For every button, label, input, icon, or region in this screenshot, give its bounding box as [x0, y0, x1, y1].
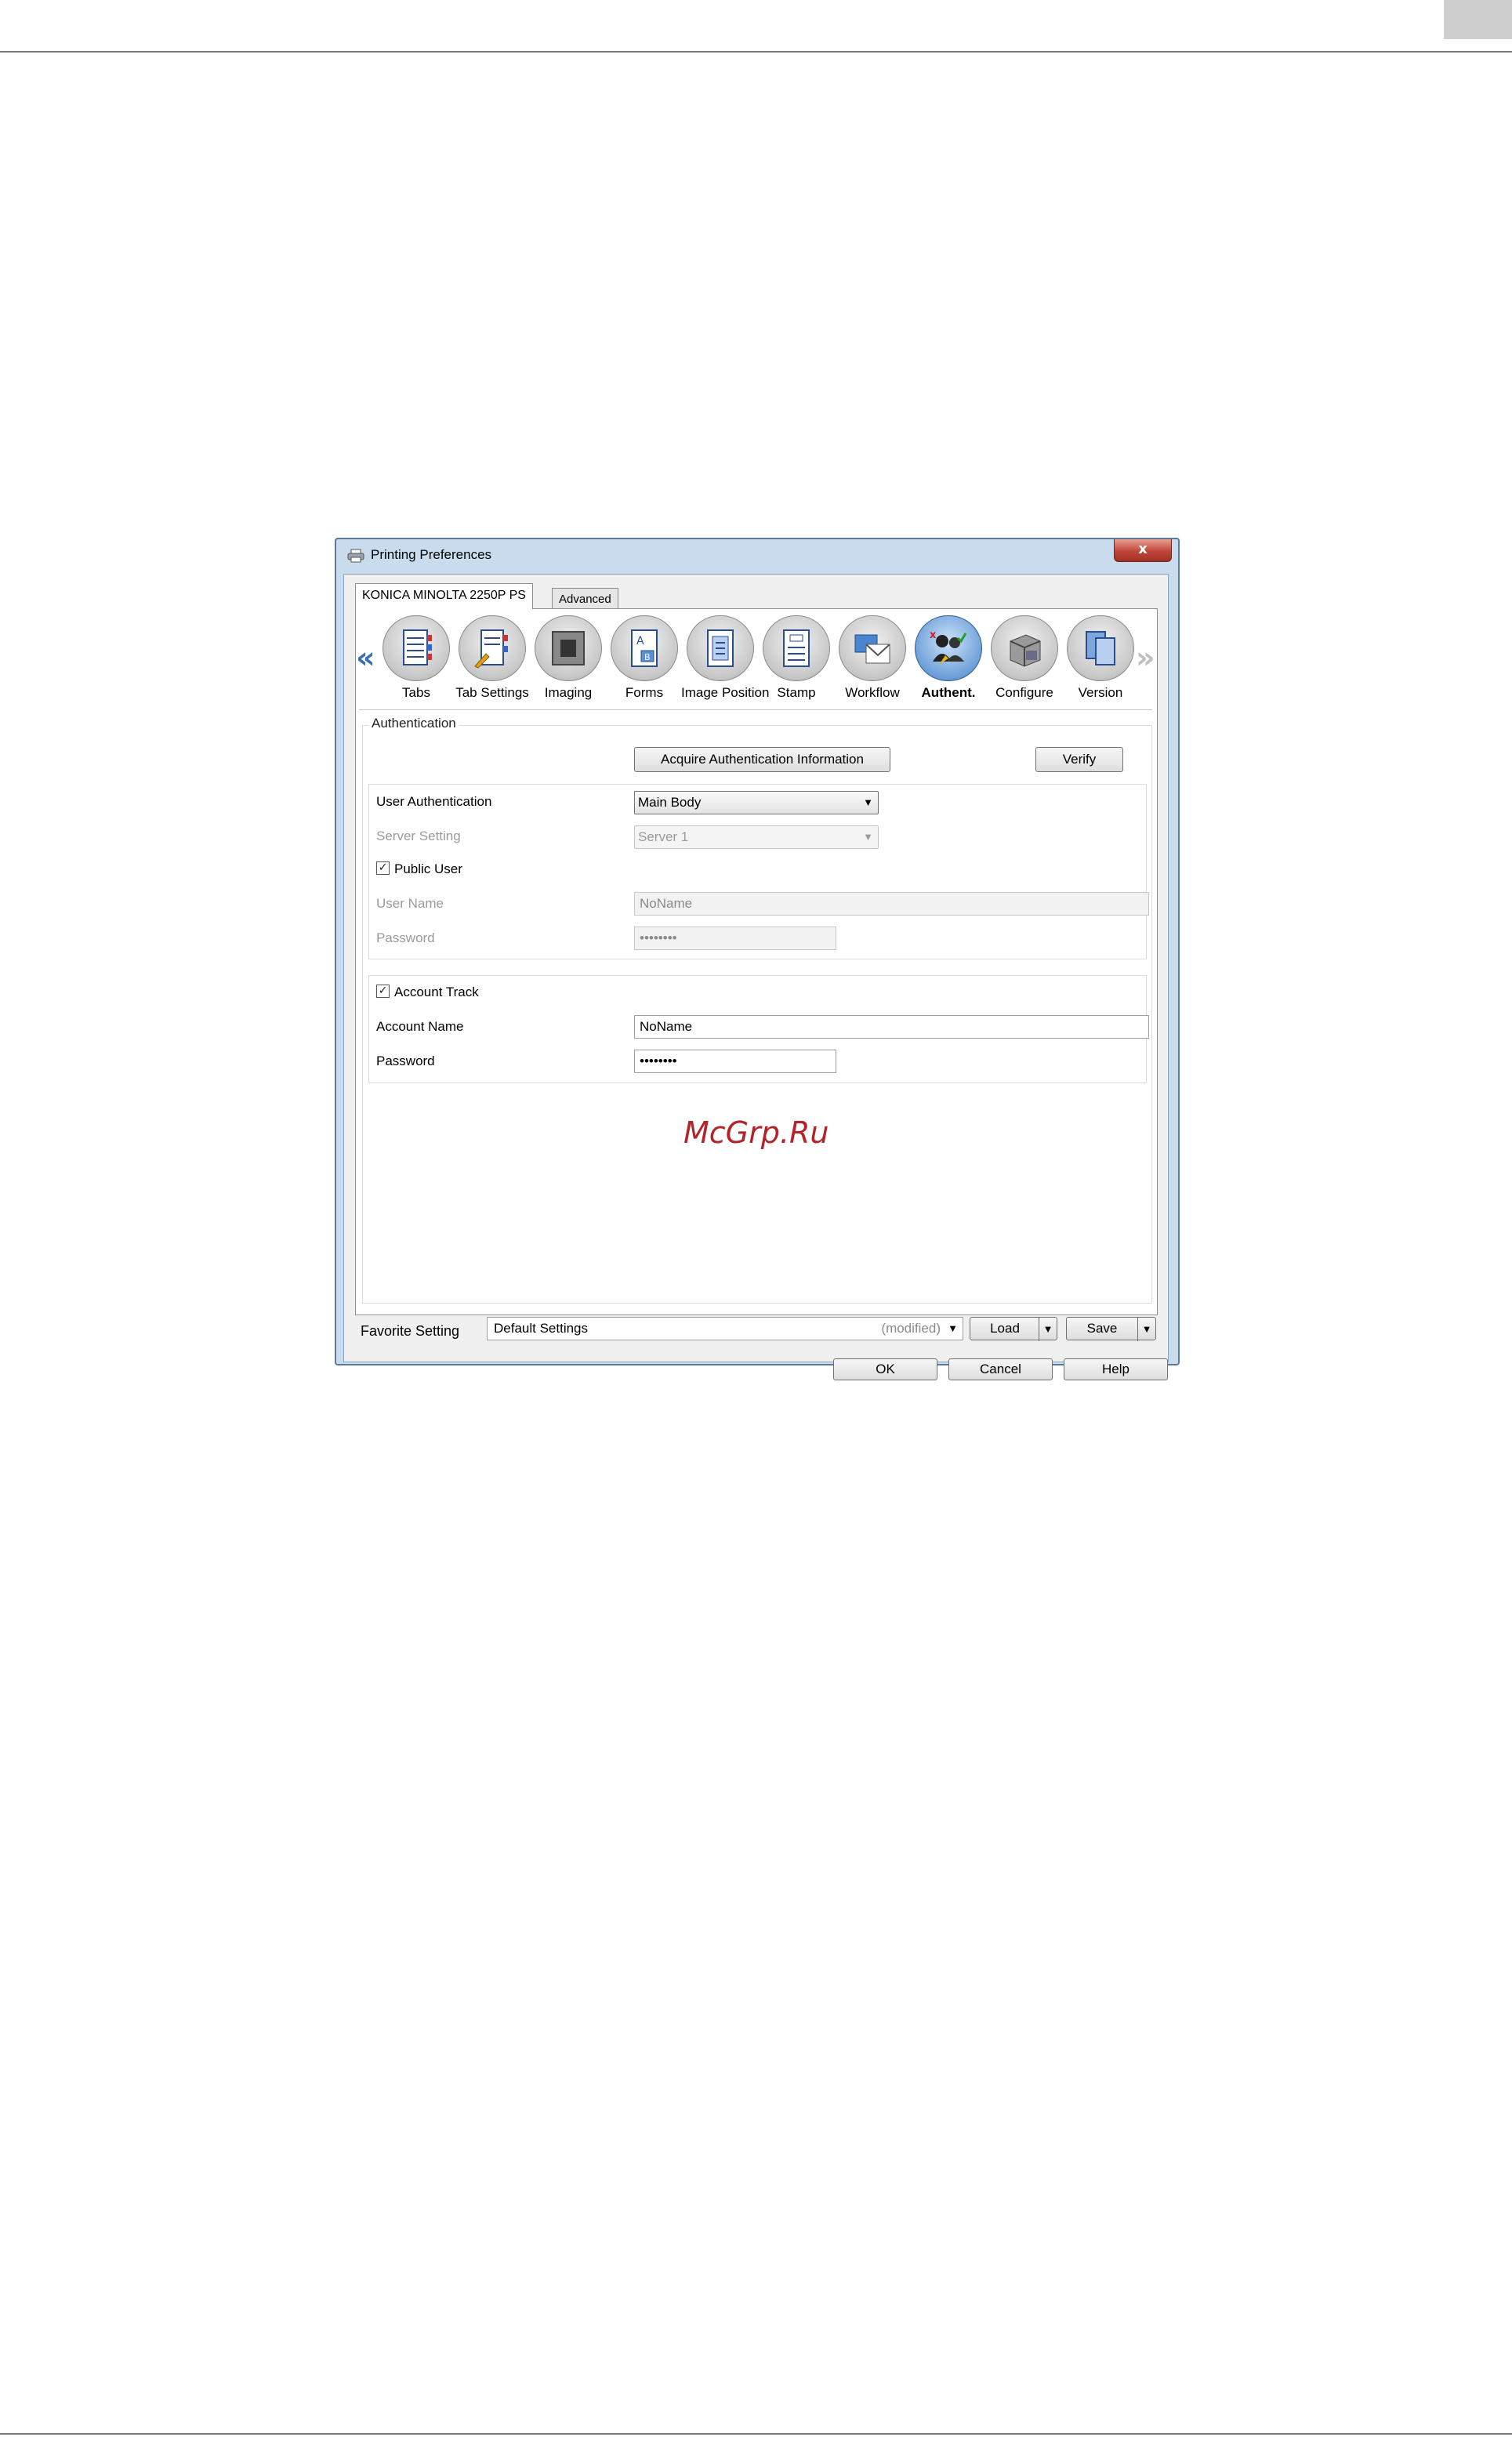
user-authentication-value: Main Body	[638, 795, 702, 810]
load-dropdown-icon[interactable]: ▼	[1039, 1318, 1057, 1341]
load-button-label: Load	[990, 1321, 1020, 1336]
server-setting-select[interactable]: Server 1 ▼	[634, 825, 879, 849]
page-bottom-rule	[0, 2433, 1512, 2435]
stamp-icon[interactable]	[763, 615, 830, 681]
account-name-field[interactable]: NoName	[634, 1015, 1149, 1039]
svg-text:A: A	[636, 635, 644, 647]
version-icon[interactable]	[1067, 615, 1134, 681]
stamp-label: Stamp	[777, 685, 816, 700]
acquire-authentication-button[interactable]: Acquire Authentication Information	[634, 747, 890, 772]
account-password-field[interactable]: ••••••••	[634, 1050, 836, 1073]
public-user-checkbox[interactable]: ✓	[376, 861, 390, 875]
dialog-client-area: KONICA MINOLTA 2250P PS Advanced « » AB	[343, 574, 1169, 1380]
chevron-down-icon: ▼	[863, 831, 873, 843]
image-position-label: Image Position	[681, 685, 770, 700]
printing-preferences-window: Printing Preferences x KONICA MINOLTA 22…	[335, 538, 1180, 1380]
image-position-icon[interactable]	[687, 615, 754, 681]
public-user-label: Public User	[394, 861, 462, 876]
scroll-left-arrow-icon[interactable]: «	[356, 640, 375, 675]
check-icon: ✓	[378, 985, 388, 997]
authentication-icon[interactable]: x	[915, 615, 982, 681]
account-name-label: Account Name	[376, 1019, 464, 1034]
auth-password-field[interactable]: ••••••••	[634, 927, 836, 950]
imaging-label: Imaging	[544, 685, 593, 700]
user-name-field[interactable]: NoName	[634, 892, 1149, 916]
authent-label: Authent.	[921, 685, 976, 700]
page-top-rule	[0, 51, 1512, 53]
user-authentication-label: User Authentication	[376, 794, 492, 809]
watermark-text: McGrp.Ru	[683, 1115, 829, 1150]
imaging-icon[interactable]	[535, 615, 602, 681]
chevron-down-icon: ▼	[948, 1322, 958, 1334]
save-button[interactable]: Save ▼	[1066, 1317, 1156, 1341]
chevron-down-icon: ▼	[863, 796, 873, 808]
account-track-label: Account Track	[394, 985, 479, 999]
close-icon: x	[1138, 541, 1148, 557]
account-password-label: Password	[376, 1053, 435, 1068]
authentication-group-title: Authentication	[368, 716, 459, 731]
save-button-label: Save	[1086, 1321, 1118, 1336]
auth-password-label: Password	[376, 930, 435, 945]
svg-text:x: x	[930, 629, 937, 641]
tabs-label: Tabs	[402, 685, 430, 700]
window-title: Printing Preferences	[371, 547, 492, 562]
tab-settings-icon[interactable]	[459, 615, 526, 681]
verify-button[interactable]: Verify	[1035, 747, 1123, 772]
tabs-icon[interactable]	[383, 615, 450, 681]
ok-button[interactable]: OK	[833, 1358, 937, 1380]
save-dropdown-icon[interactable]: ▼	[1137, 1318, 1155, 1341]
favorite-setting-select[interactable]: Default Settings (modified) ▼	[487, 1317, 963, 1340]
close-button[interactable]: x	[1114, 539, 1172, 562]
favorite-setting-label: Favorite Setting	[361, 1323, 460, 1339]
check-icon: ✓	[378, 861, 388, 874]
scroll-right-arrow-icon: »	[1136, 640, 1155, 675]
favorite-setting-value: Default Settings	[494, 1321, 589, 1336]
server-setting-label: Server Setting	[376, 829, 461, 843]
configure-label: Configure	[995, 685, 1053, 700]
forms-label: Forms	[625, 685, 664, 700]
tab-advanced[interactable]: Advanced	[552, 588, 618, 609]
tab-konica-minolta[interactable]: KONICA MINOLTA 2250P PS	[355, 583, 533, 609]
modified-indicator: (modified)	[881, 1321, 941, 1336]
user-name-label: User Name	[376, 896, 444, 911]
cancel-button[interactable]: Cancel	[948, 1358, 1053, 1380]
svg-text:B: B	[644, 652, 651, 662]
server-setting-value: Server 1	[638, 829, 689, 844]
load-button[interactable]: Load ▼	[970, 1317, 1057, 1341]
tab-panel: « » AB x Tabs Tab Settings Imaging Forms…	[355, 608, 1158, 1315]
printer-icon	[347, 549, 364, 563]
workflow-icon[interactable]	[839, 615, 906, 681]
help-button[interactable]: Help	[1064, 1358, 1168, 1380]
account-track-checkbox[interactable]: ✓	[376, 985, 390, 998]
workflow-label: Workflow	[845, 685, 900, 700]
user-authentication-select[interactable]: Main Body ▼	[634, 791, 879, 814]
iconbar-divider	[359, 709, 1152, 710]
title-bar[interactable]: Printing Preferences x	[336, 539, 1178, 571]
page-corner-tab	[1444, 0, 1512, 39]
tab-settings-label: Tab Settings	[455, 685, 529, 700]
version-label: Version	[1078, 685, 1123, 700]
configure-icon[interactable]	[991, 615, 1058, 681]
forms-icon[interactable]: AB	[611, 615, 678, 681]
